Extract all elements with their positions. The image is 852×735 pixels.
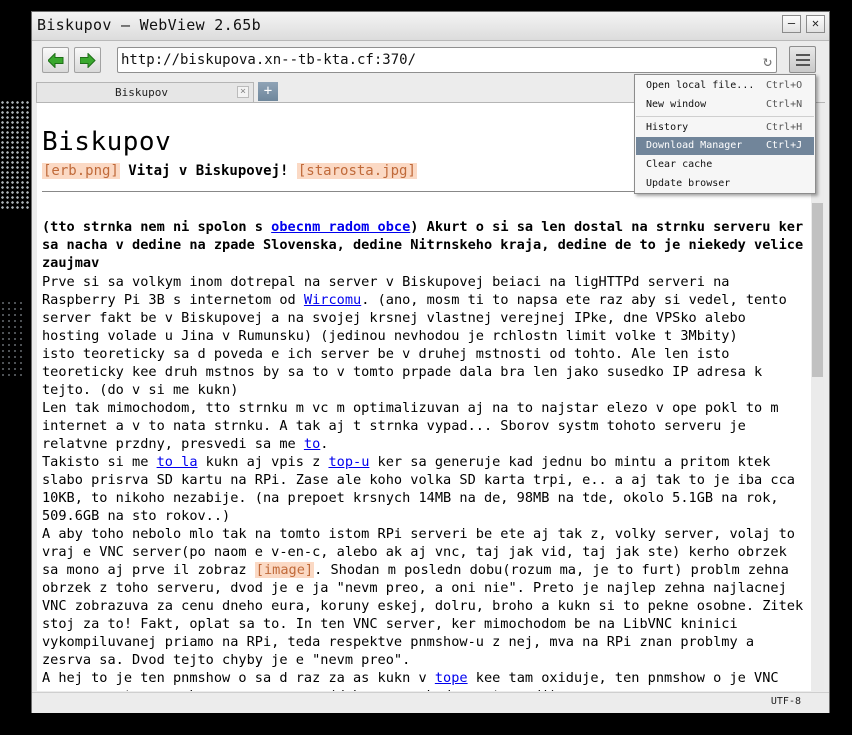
p3-text-2: . — [320, 436, 329, 452]
page-heading: Biskupov — [42, 127, 172, 157]
desktop-pattern-2 — [0, 300, 26, 380]
minimize-button[interactable]: – — [782, 15, 801, 33]
close-icon: ✕ — [811, 16, 820, 30]
tab-close-icon[interactable]: × — [237, 86, 249, 98]
back-button[interactable] — [42, 47, 69, 73]
menu-button[interactable] — [789, 46, 816, 73]
paragraph-6: A hej to je ten pnmshow o sa d raz za as… — [42, 669, 806, 691]
plus-icon: + — [263, 83, 273, 99]
lead-paragraph: (tto strnka nem ni spolon s obecnm radom… — [42, 218, 806, 272]
reload-icon[interactable]: ↻ — [763, 52, 772, 70]
starosta-image[interactable]: [starosta.jpg] — [296, 163, 417, 179]
url-input[interactable] — [121, 50, 741, 70]
menu-item-history[interactable]: History Ctrl+H — [636, 119, 814, 137]
p4-text-2: kukn aj vpis z — [197, 454, 329, 470]
address-bar[interactable]: ↻ — [117, 47, 777, 73]
menu-item-shortcut: Ctrl+J — [766, 140, 803, 151]
title-bar[interactable]: Biskupov – WebView 2.65b – ✕ — [32, 12, 829, 41]
paragraph-1: Prve si sa volkym inom dotrepal na serve… — [42, 273, 806, 345]
desktop-pattern — [0, 100, 30, 210]
link-top-u[interactable]: top-u — [328, 454, 369, 470]
vnc-image[interactable]: [image] — [254, 562, 315, 578]
scrollbar-thumb[interactable] — [812, 203, 823, 377]
tab-biskupov[interactable]: Biskupov × — [36, 82, 254, 102]
menu-item-label: Clear cache — [646, 159, 713, 170]
status-bar: UTF-8 — [32, 692, 829, 713]
encoding-label: UTF-8 — [770, 696, 801, 707]
paragraph-3: Len tak mimochodom, tto strnku m vc m op… — [42, 399, 806, 453]
menu-item-label: New window — [646, 99, 707, 110]
arrow-right-icon — [80, 53, 96, 68]
browser-menu: Open local file... Ctrl+O New window Ctrl+… — [634, 74, 816, 194]
link-tope[interactable]: tope — [435, 670, 468, 686]
menu-item-update-browser[interactable]: Update browser — [636, 175, 814, 193]
lead-text-1: (tto strnka nem ni spolon s — [42, 219, 272, 235]
close-button[interactable]: ✕ — [806, 15, 825, 33]
menu-item-label: History — [646, 122, 689, 133]
menu-item-new-window[interactable]: New window Ctrl+N — [636, 96, 814, 114]
link-wircom[interactable]: Wircomu — [304, 292, 361, 308]
menu-item-download-manager[interactable]: Download Manager Ctrl+J — [636, 137, 814, 155]
menu-item-shortcut: Ctrl+H — [766, 122, 803, 133]
erb-image[interactable]: [erb.png] — [42, 163, 120, 179]
window-title: Biskupov – WebView 2.65b — [37, 16, 261, 34]
paragraph-4: Takisto si me to la kukn aj vpis z top-u… — [42, 453, 806, 525]
paragraph-5: A aby toho nebolo mlo tak na tomto istom… — [42, 525, 806, 669]
menu-item-label: Download Manager — [646, 140, 743, 151]
new-tab-button[interactable]: + — [258, 82, 278, 101]
p3-text-1: Len tak mimochodom, tto strnku m vc m op… — [42, 400, 779, 452]
image-line: [erb.png] Vitaj v Biskupovej! [starosta.… — [42, 163, 417, 179]
menu-separator — [636, 116, 814, 117]
link-to[interactable]: to — [304, 436, 320, 452]
tab-label: Biskupov — [115, 86, 168, 99]
p4-text-1: Takisto si me — [42, 454, 157, 470]
p6-text-1: A hej to je ten pnmshow o sa d raz za as… — [42, 670, 435, 686]
arrow-left-icon — [48, 53, 64, 68]
menu-item-label: Update browser — [646, 178, 731, 189]
paragraph-2: isto teoreticky sa d poveda e ich server… — [42, 346, 763, 398]
link-obecny-urad[interactable]: obecnm radom obce — [271, 219, 410, 235]
menu-item-label: Open local file... — [646, 80, 755, 91]
link-to-la[interactable]: to la — [157, 454, 198, 470]
forward-button[interactable] — [74, 47, 101, 73]
menu-item-shortcut: Ctrl+O — [766, 80, 803, 91]
menu-item-shortcut: Ctrl+N — [766, 99, 803, 110]
menu-item-open-local-file[interactable]: Open local file... Ctrl+O — [636, 77, 814, 95]
menu-item-clear-cache[interactable]: Clear cache — [636, 156, 814, 174]
minimize-icon: – — [787, 16, 796, 30]
welcome-text: Vitaj v Biskupovej! — [119, 163, 297, 179]
